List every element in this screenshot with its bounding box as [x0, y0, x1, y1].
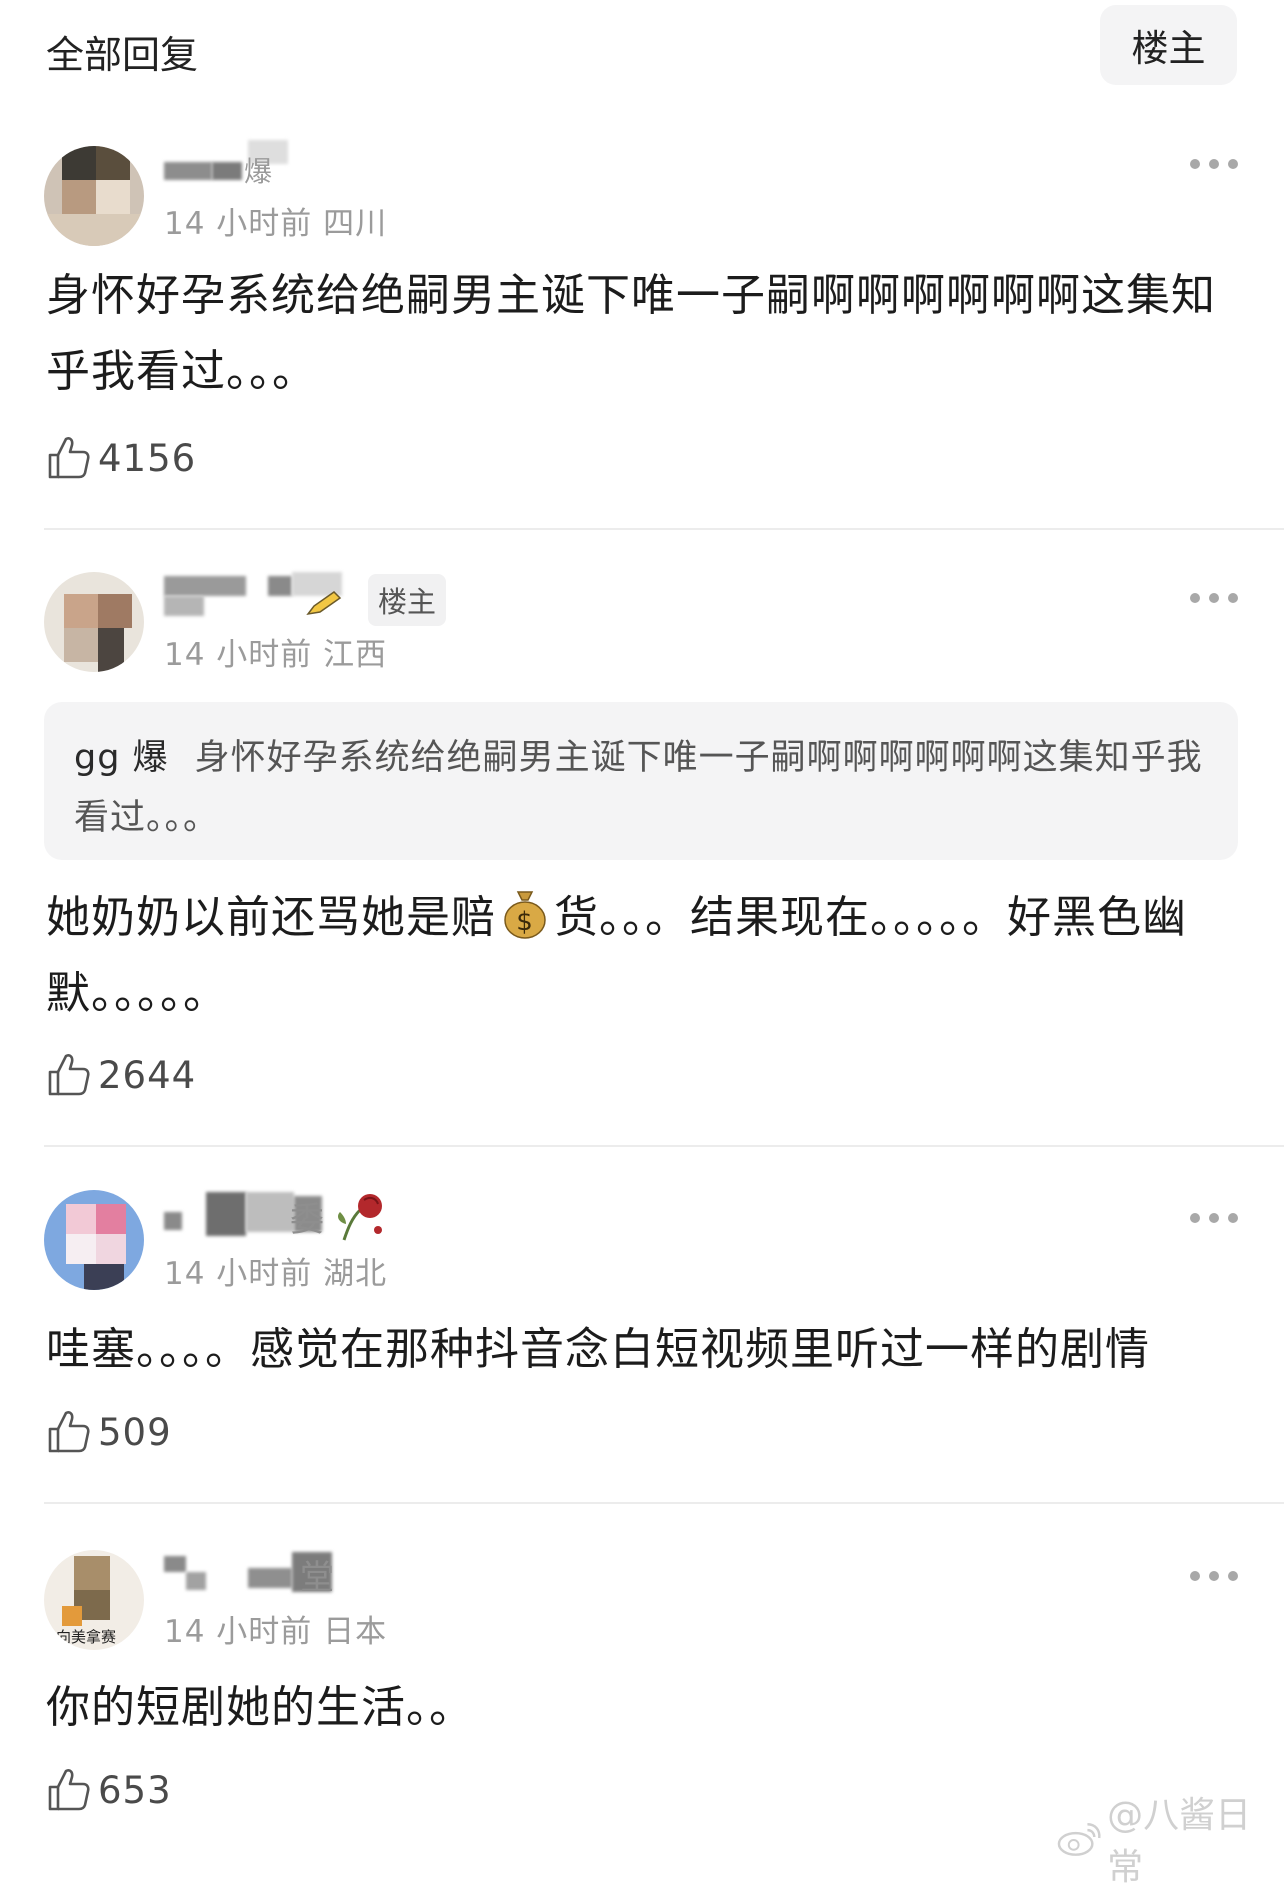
like-count: 509: [98, 1410, 172, 1454]
thumbs-up-icon: [48, 1769, 90, 1811]
avatar[interactable]: [44, 572, 144, 672]
comment-text: 她奶奶以前还骂她是赔 $ 货。。。结果现在。。。。。好黑色幽默。。。。。: [46, 880, 1246, 1032]
like-count: 653: [98, 1768, 172, 1812]
comment-meta: 14 小时前 江西: [164, 637, 388, 673]
comment-meta: 14 小时前 四川: [164, 206, 388, 242]
username-fragment: 爆: [244, 155, 273, 188]
quoted-content: 身怀好孕系统给绝嗣男主诞下唯一子嗣啊啊啊啊啊啊这集知乎我看过。。。: [74, 738, 1203, 838]
comment-text: 哇塞。。。。感觉在那种抖音念白短视频里听过一样的剧情: [46, 1324, 1150, 1375]
more-dots-icon[interactable]: [1190, 1210, 1238, 1226]
divider: [44, 528, 1284, 530]
all-replies-title: 全部回复: [46, 33, 199, 77]
comment-meta: 14 小时前 日本: [164, 1614, 388, 1650]
like-button[interactable]: 2644: [46, 1050, 196, 1100]
avatar-text: 向美拿赛: [56, 1628, 117, 1646]
more-dots-icon[interactable]: [1190, 590, 1238, 606]
weibo-logo-icon: [1057, 1823, 1101, 1856]
weibo-watermark: @八酱日常: [1056, 1786, 1284, 1890]
username[interactable]: [164, 572, 364, 616]
comment-text-part: 她奶奶以前还骂她是赔: [46, 892, 496, 943]
username-fragment: 委: [290, 1200, 324, 1240]
username[interactable]: 堂: [164, 1550, 384, 1598]
avatar[interactable]: [44, 1190, 144, 1290]
divider: [44, 1145, 1284, 1147]
op-only-tab[interactable]: 楼主: [1100, 5, 1237, 85]
quoted-reply[interactable]: gg 爆身怀好孕系统给绝嗣男主诞下唯一子嗣啊啊啊啊啊啊这集知乎我看过。。。: [44, 702, 1238, 860]
avatar[interactable]: 向美拿赛: [44, 1550, 144, 1650]
like-button[interactable]: 653: [46, 1765, 172, 1815]
quoted-text-block: gg 爆身怀好孕系统给绝嗣男主诞下唯一子嗣啊啊啊啊啊啊这集知乎我看过。。。: [74, 728, 1214, 848]
comment-text: 你的短剧她的生活。。: [46, 1682, 474, 1733]
more-dots-icon[interactable]: [1190, 156, 1238, 172]
like-count: 4156: [98, 436, 197, 480]
username[interactable]: 爆: [164, 140, 304, 188]
money-bag-icon: $: [504, 891, 546, 939]
comment-meta: 14 小时前 湖北: [164, 1256, 388, 1292]
like-button[interactable]: 4156: [46, 433, 196, 483]
svg-text:$: $: [516, 907, 534, 937]
thumbs-up-icon: [48, 1411, 90, 1453]
pencil-icon: [306, 591, 342, 616]
like-count: 2644: [98, 1053, 197, 1097]
like-button[interactable]: 509: [46, 1407, 172, 1457]
quoted-author: gg 爆: [74, 738, 169, 778]
reply-header: 全部回复 楼主: [0, 0, 1284, 110]
avatar[interactable]: [44, 146, 144, 246]
wilted-rose-icon: [338, 1194, 382, 1241]
thumbs-up-icon: [48, 1054, 90, 1096]
username-fragment: 堂: [300, 1558, 334, 1598]
thumbs-up-icon: [48, 437, 90, 479]
divider: [44, 1502, 1284, 1504]
op-badge: 楼主: [368, 574, 447, 626]
watermark-text: @八酱日常: [1107, 1795, 1252, 1888]
more-dots-icon[interactable]: [1190, 1568, 1238, 1584]
comment-text: 身怀好孕系统给绝嗣男主诞下唯一子嗣啊啊啊啊啊啊这集知乎我看过。。。: [46, 270, 1216, 397]
